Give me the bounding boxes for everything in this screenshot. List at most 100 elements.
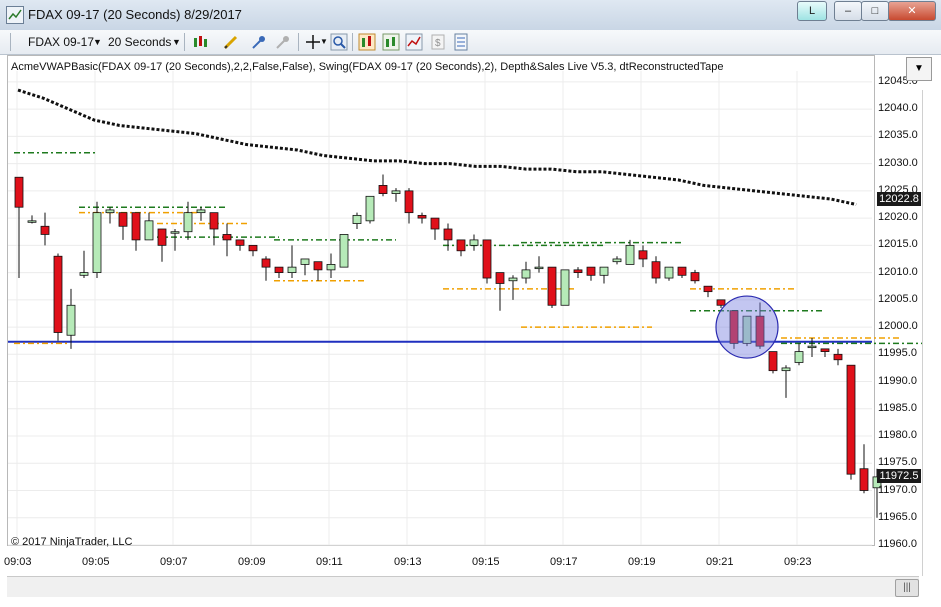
candle-up (144, 220, 154, 241)
candle-up (508, 277, 518, 282)
candle-down (430, 217, 440, 230)
time-tick-label: 09:19 (628, 556, 656, 568)
time-tick-label: 09:17 (550, 556, 578, 568)
candle-down (378, 185, 388, 194)
candle-down (404, 190, 414, 214)
price-tick-label: 11970.0 (878, 483, 917, 496)
candle-down (651, 261, 661, 279)
candle-down (573, 269, 583, 273)
candle-up (339, 234, 349, 268)
candle-down (443, 228, 453, 241)
candle-down (248, 244, 258, 252)
candle-up (92, 212, 102, 273)
candle-down (859, 468, 869, 491)
candle-down (820, 348, 830, 352)
chart-menu-dropdown-icon[interactable]: ▼ (906, 57, 932, 81)
candle-up (664, 266, 674, 279)
copyright-text: © 2017 NinjaTrader, LLC (11, 536, 133, 548)
candle-down (482, 239, 492, 279)
candle-down (313, 261, 323, 271)
candle-up (469, 239, 479, 246)
candle-up (170, 231, 180, 234)
candle-down (638, 250, 648, 260)
candle-up (391, 190, 401, 194)
candle-up (599, 266, 609, 276)
candle-down (846, 364, 856, 475)
time-tick-label: 09:15 (472, 556, 500, 568)
price-tick-label: 11985.0 (878, 401, 917, 414)
candle-up (326, 264, 336, 271)
candle-up (300, 258, 310, 265)
candle-down (14, 176, 24, 208)
time-tick-label: 09:05 (82, 556, 110, 568)
candle-up (79, 272, 89, 276)
candle-up (365, 195, 375, 222)
candle-down (157, 228, 167, 246)
candle-up (534, 266, 544, 270)
candle-up (105, 209, 115, 214)
candle-up (807, 345, 817, 349)
price-chart[interactable] (0, 0, 941, 607)
candle-up (625, 244, 635, 265)
candle-down (274, 266, 284, 273)
price-tick-label: 12030.0 (878, 156, 918, 169)
price-tick-label: 11990.0 (878, 374, 917, 387)
candle-down (131, 212, 141, 241)
right-margin (922, 90, 941, 576)
candle-up (560, 269, 570, 306)
scroll-thumb[interactable]: ||| (895, 579, 919, 597)
candle-up (794, 351, 804, 363)
price-tick-label: 11975.0 (878, 456, 917, 469)
price-tick-label: 11965.0 (878, 510, 917, 523)
candle-down (768, 351, 778, 372)
price-tick-label: 12040.0 (878, 102, 918, 115)
candle-down (677, 266, 687, 276)
candle-up (196, 209, 206, 214)
candle-up (183, 212, 193, 233)
candle-up (352, 214, 362, 224)
price-tag-current: 11972.5 (877, 469, 921, 483)
price-tick-label: 12020.0 (878, 211, 918, 224)
candle-down (586, 266, 596, 276)
candle-down (690, 272, 700, 282)
price-tick-label: 12000.0 (878, 320, 918, 333)
price-tick-label: 12035.0 (878, 129, 918, 142)
price-tick-label: 12015.0 (878, 238, 918, 251)
price-tick-label: 11980.0 (878, 429, 917, 442)
price-tick-label: 12005.0 (878, 292, 918, 305)
horizontal-scrollbar[interactable]: ||| (7, 576, 919, 597)
highlight-circle (715, 295, 779, 359)
price-tick-label: 12010.0 (878, 265, 918, 278)
time-tick-label: 09:13 (394, 556, 422, 568)
candle-down (40, 225, 50, 235)
candle-up (27, 220, 37, 223)
candle-down (547, 266, 557, 306)
candle-down (833, 353, 843, 361)
time-tick-label: 09:03 (4, 556, 32, 568)
candle-down (495, 272, 505, 284)
candle-down (703, 285, 713, 293)
candle-up (66, 304, 76, 336)
price-tick-label: 11960.0 (878, 538, 917, 550)
candle-down (417, 214, 427, 219)
indicator-label: AcmeVWAPBasic(FDAX 09-17 (20 Seconds),2,… (11, 61, 724, 73)
time-tick-label: 09:23 (784, 556, 812, 568)
vwap-line (17, 88, 857, 206)
price-tick-label: 11995.0 (878, 347, 917, 360)
candle-down (261, 258, 271, 268)
price-tag-top: 12022.8 (877, 192, 921, 206)
candle-down (716, 299, 726, 306)
time-tick-label: 09:21 (706, 556, 734, 568)
candle-down (235, 239, 245, 246)
time-tick-label: 09:09 (238, 556, 266, 568)
time-tick-label: 09:11 (316, 556, 343, 568)
candle-down (222, 234, 232, 241)
candle-up (612, 258, 622, 263)
candle-up (521, 269, 531, 279)
candle-up (287, 266, 297, 273)
candle-down (456, 239, 466, 252)
candle-up (781, 367, 791, 372)
candle-down (53, 255, 63, 333)
candle-down (209, 212, 219, 230)
candle-down (118, 212, 128, 227)
